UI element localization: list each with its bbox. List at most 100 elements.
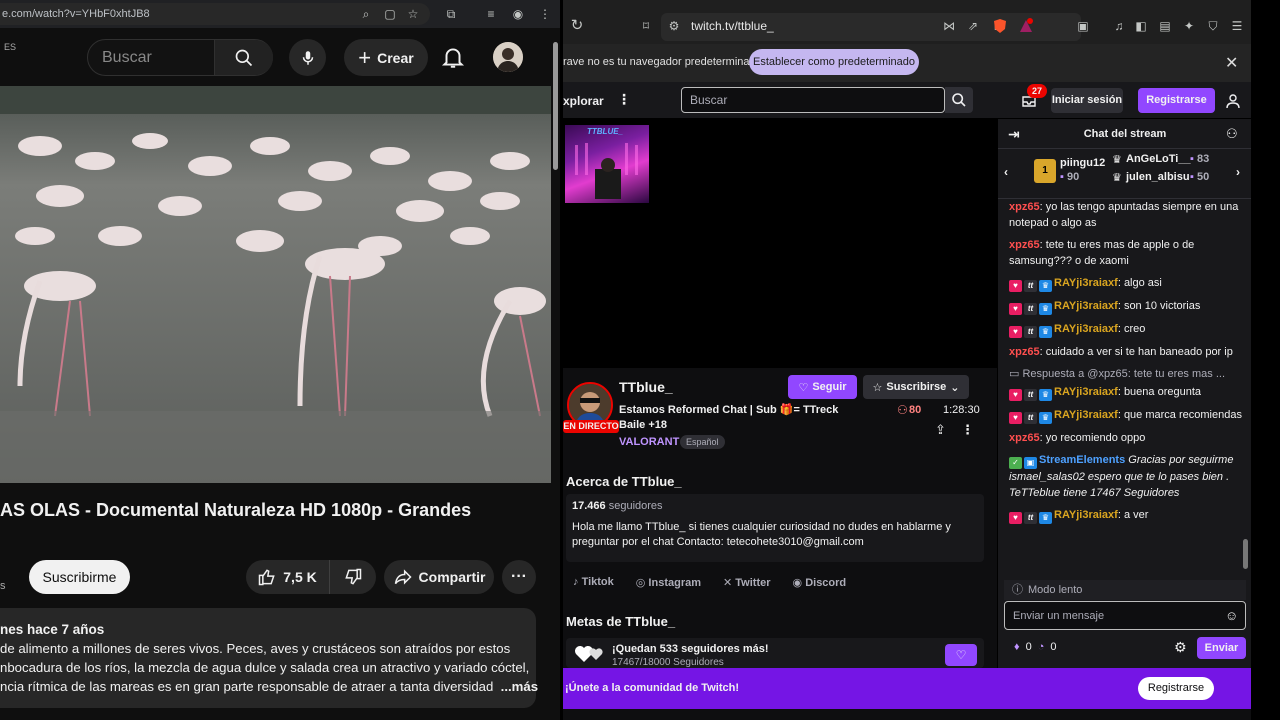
extensions-icon[interactable]: ⧉ [443, 6, 459, 22]
wallet-icon[interactable]: ▤ [1157, 18, 1173, 34]
description-line: de alimento a millones de seres vivos. P… [0, 641, 511, 656]
chat-scrollbar-thumb[interactable] [1243, 539, 1248, 569]
chat-username[interactable]: RAYji3raiaxf [1054, 277, 1118, 289]
chat-username[interactable]: RAYji3raiaxf [1054, 509, 1118, 521]
music-icon[interactable]: ♫ [1111, 18, 1127, 34]
follow-button[interactable]: ♡ Seguir [788, 375, 857, 399]
chat-username[interactable]: RAYji3raiaxf [1054, 300, 1118, 312]
browser-toolbar: e.com/watch?v=YHbF0xhtJB8 ⌕ ▢ ☆ ⧉ ≡ ◉ ⋮ [0, 0, 560, 28]
bell-icon[interactable] [440, 44, 466, 70]
chat-username[interactable]: xpz65 [1009, 201, 1040, 213]
search-button[interactable] [214, 40, 273, 75]
chat-settings-icon[interactable]: ⚙ [1174, 639, 1187, 656]
ai-icon[interactable]: ✦ [1181, 18, 1197, 34]
bits-icon[interactable]: ♦ [1014, 641, 1020, 653]
language-tag[interactable]: Español [680, 435, 725, 449]
subscribe-button[interactable]: Suscribirme [29, 560, 130, 594]
page-scrollbar[interactable] [551, 28, 560, 720]
explore-link[interactable]: xplorar [563, 94, 604, 108]
media-icon[interactable]: ≡ [483, 6, 499, 22]
join-signup-button[interactable]: Registrarse [1138, 677, 1214, 700]
scrollbar-thumb[interactable] [553, 42, 558, 170]
like-button[interactable]: 7,5 K [246, 560, 328, 594]
profile-icon[interactable]: ◉ [510, 6, 526, 22]
screen-edge [1251, 0, 1280, 720]
search-button[interactable] [945, 87, 973, 113]
share-button[interactable]: Compartir [384, 560, 494, 594]
chat-panel: ⇥ Chat del stream ⚇ ‹ › 1 piingu12 ▪ 90 … [997, 119, 1251, 668]
tabs-icon[interactable]: ▣ [1075, 18, 1091, 34]
dislike-button[interactable] [329, 560, 376, 594]
menu-icon[interactable]: ⋮ [537, 6, 553, 22]
voice-search-button[interactable] [289, 39, 326, 76]
stream-player[interactable]: TTBLUE_ [563, 119, 997, 368]
crown-badge-icon: ♛ [1039, 389, 1052, 401]
chat-username[interactable]: RAYji3raiaxf [1054, 323, 1118, 335]
chat-username[interactable]: xpz65 [1009, 432, 1040, 444]
emote-picker-icon[interactable]: ☺ [1225, 608, 1238, 623]
view-date: nes hace 7 años [0, 622, 105, 637]
collapse-chat-icon[interactable]: ⇥ [1008, 119, 1020, 149]
more-menu-icon[interactable]: ⋮ [617, 91, 631, 108]
set-default-button[interactable]: Establecer como predeterminado [749, 49, 919, 75]
reload-icon[interactable]: ↻ [569, 18, 585, 34]
chat-username[interactable]: StreamElements [1039, 454, 1125, 466]
create-button[interactable]: + Crear [344, 39, 428, 76]
search-input[interactable] [682, 88, 944, 112]
slow-mode-banner: ⓘ Modo lento [1004, 580, 1246, 600]
menu-icon[interactable]: ☰ [1229, 18, 1245, 34]
site-info-icon[interactable]: ⚙ [666, 18, 682, 34]
instagram-link[interactable]: ◎ Instagram [636, 576, 701, 589]
search-input[interactable] [88, 40, 214, 75]
zoom-icon[interactable]: ⌕ [358, 6, 374, 22]
twitter-link[interactable]: ✕ Twitter [723, 576, 771, 589]
description-line: nbocadura de los ríos, la mezcla de agua… [0, 660, 530, 675]
more-actions-button[interactable]: ··· [502, 560, 536, 594]
tiktok-link[interactable]: ♪ Tiktok [573, 576, 614, 589]
more-options-icon[interactable]: ⋮ [961, 422, 974, 438]
chat-username[interactable]: xpz65 [1009, 346, 1040, 358]
gift-icon: ▪ [1190, 171, 1194, 183]
points-icon[interactable]: ◔ [1038, 641, 1045, 653]
chat-input[interactable] [1005, 602, 1245, 629]
subscribe-button[interactable]: ☆ Suscribirse ⌄ [863, 375, 969, 399]
avatar[interactable] [493, 42, 523, 72]
close-icon[interactable]: ✕ [1225, 53, 1238, 73]
bookmark-icon[interactable]: ⌑ [638, 18, 654, 34]
chat-text: cuidado a ver si te han baneado por ip [1045, 346, 1233, 358]
chat-message: ♥ tt ♛ RAYji3raiaxf: buena oregunta [1009, 384, 1245, 401]
reader-icon[interactable]: ⋈ [941, 18, 957, 34]
video-player[interactable] [0, 86, 551, 483]
chat-message: ♥ tt ♛ RAYji3raiaxf: que marca recomiendas [1009, 407, 1245, 424]
stream-preview-thumbnail: TTBLUE_ [565, 125, 649, 203]
chat-username[interactable]: xpz65 [1009, 239, 1040, 251]
share-icon[interactable]: ⇪ [935, 422, 946, 438]
chevron-right-icon[interactable]: › [1236, 165, 1240, 179]
discord-link[interactable]: ◉ Discord [793, 576, 847, 589]
tiktok-icon: ♪ [573, 576, 582, 588]
brave-shield-icon[interactable] [992, 18, 1008, 34]
community-icon[interactable]: ⚇ [1226, 119, 1238, 149]
vpn-icon[interactable]: ⛉ [1205, 18, 1221, 34]
trophy-icon: ♛ [1112, 172, 1122, 184]
game-link[interactable]: VALORANT [619, 436, 679, 448]
rewards-icon[interactable] [1018, 18, 1034, 34]
description-box[interactable]: nes hace 7 años de alimento a millones d… [0, 608, 538, 708]
send-button[interactable]: Enviar [1197, 637, 1246, 659]
show-more-link[interactable]: ...más [501, 679, 538, 694]
channel-name[interactable]: TTblue_ [619, 379, 673, 395]
user-icon[interactable] [1225, 93, 1241, 109]
signup-button[interactable]: Registrarse [1138, 88, 1215, 113]
youtube-window: e.com/watch?v=YHbF0xhtJB8 ⌕ ▢ ☆ ⧉ ≡ ◉ ⋮ … [0, 0, 560, 720]
star-icon[interactable]: ☆ [405, 6, 421, 22]
sidebar-icon[interactable]: ◧ [1133, 18, 1149, 34]
share-page-icon[interactable]: ⇗ [965, 18, 981, 34]
chevron-left-icon[interactable]: ‹ [1004, 165, 1008, 179]
chat-username[interactable]: RAYji3raiaxf [1054, 386, 1118, 398]
cast-icon[interactable]: ▢ [382, 6, 398, 22]
login-button[interactable]: Iniciar sesión [1051, 88, 1123, 113]
heart-icon: ♡ [955, 648, 967, 662]
chat-username[interactable]: RAYji3raiaxf [1054, 409, 1118, 421]
goal-follow-button[interactable]: ♡ [945, 644, 977, 666]
gift-icon: 1 [1034, 159, 1056, 183]
